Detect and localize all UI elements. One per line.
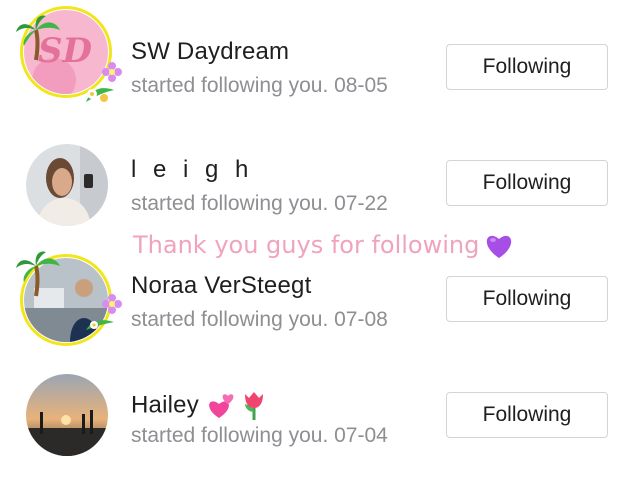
user-name[interactable]: Hailey [131,390,267,422]
avatar[interactable] [26,144,108,226]
avatar-frame [20,6,112,98]
notification-item: Hailey started following you. 07-04 Foll… [0,348,640,456]
user-name-text: Hailey [131,391,199,419]
notification-item: Noraa VerSteegt started following you. 0… [0,232,640,346]
following-button[interactable]: Following [446,392,608,438]
notification-item: SD SW Daydream started following you. 08… [0,0,640,102]
two-hearts-icon [209,394,234,418]
notification-text: started following you. 07-04 [131,424,388,447]
user-name[interactable]: Noraa VerSteegt [131,272,311,300]
user-name[interactable]: SW Daydream [131,38,289,66]
tulip-icon [244,392,263,420]
notification-text: started following you. 08-05 [131,74,388,97]
avatar[interactable] [26,374,108,456]
following-button[interactable]: Following [446,160,608,206]
notification-item: l e i g h started following you. 07-22 F… [0,116,640,226]
user-name[interactable]: l e i g h [131,156,253,184]
following-button[interactable]: Following [446,44,608,90]
following-button[interactable]: Following [446,276,608,322]
avatar-frame [20,254,112,346]
notification-text: started following you. 07-08 [131,308,388,331]
notification-text: started following you. 07-22 [131,192,388,215]
